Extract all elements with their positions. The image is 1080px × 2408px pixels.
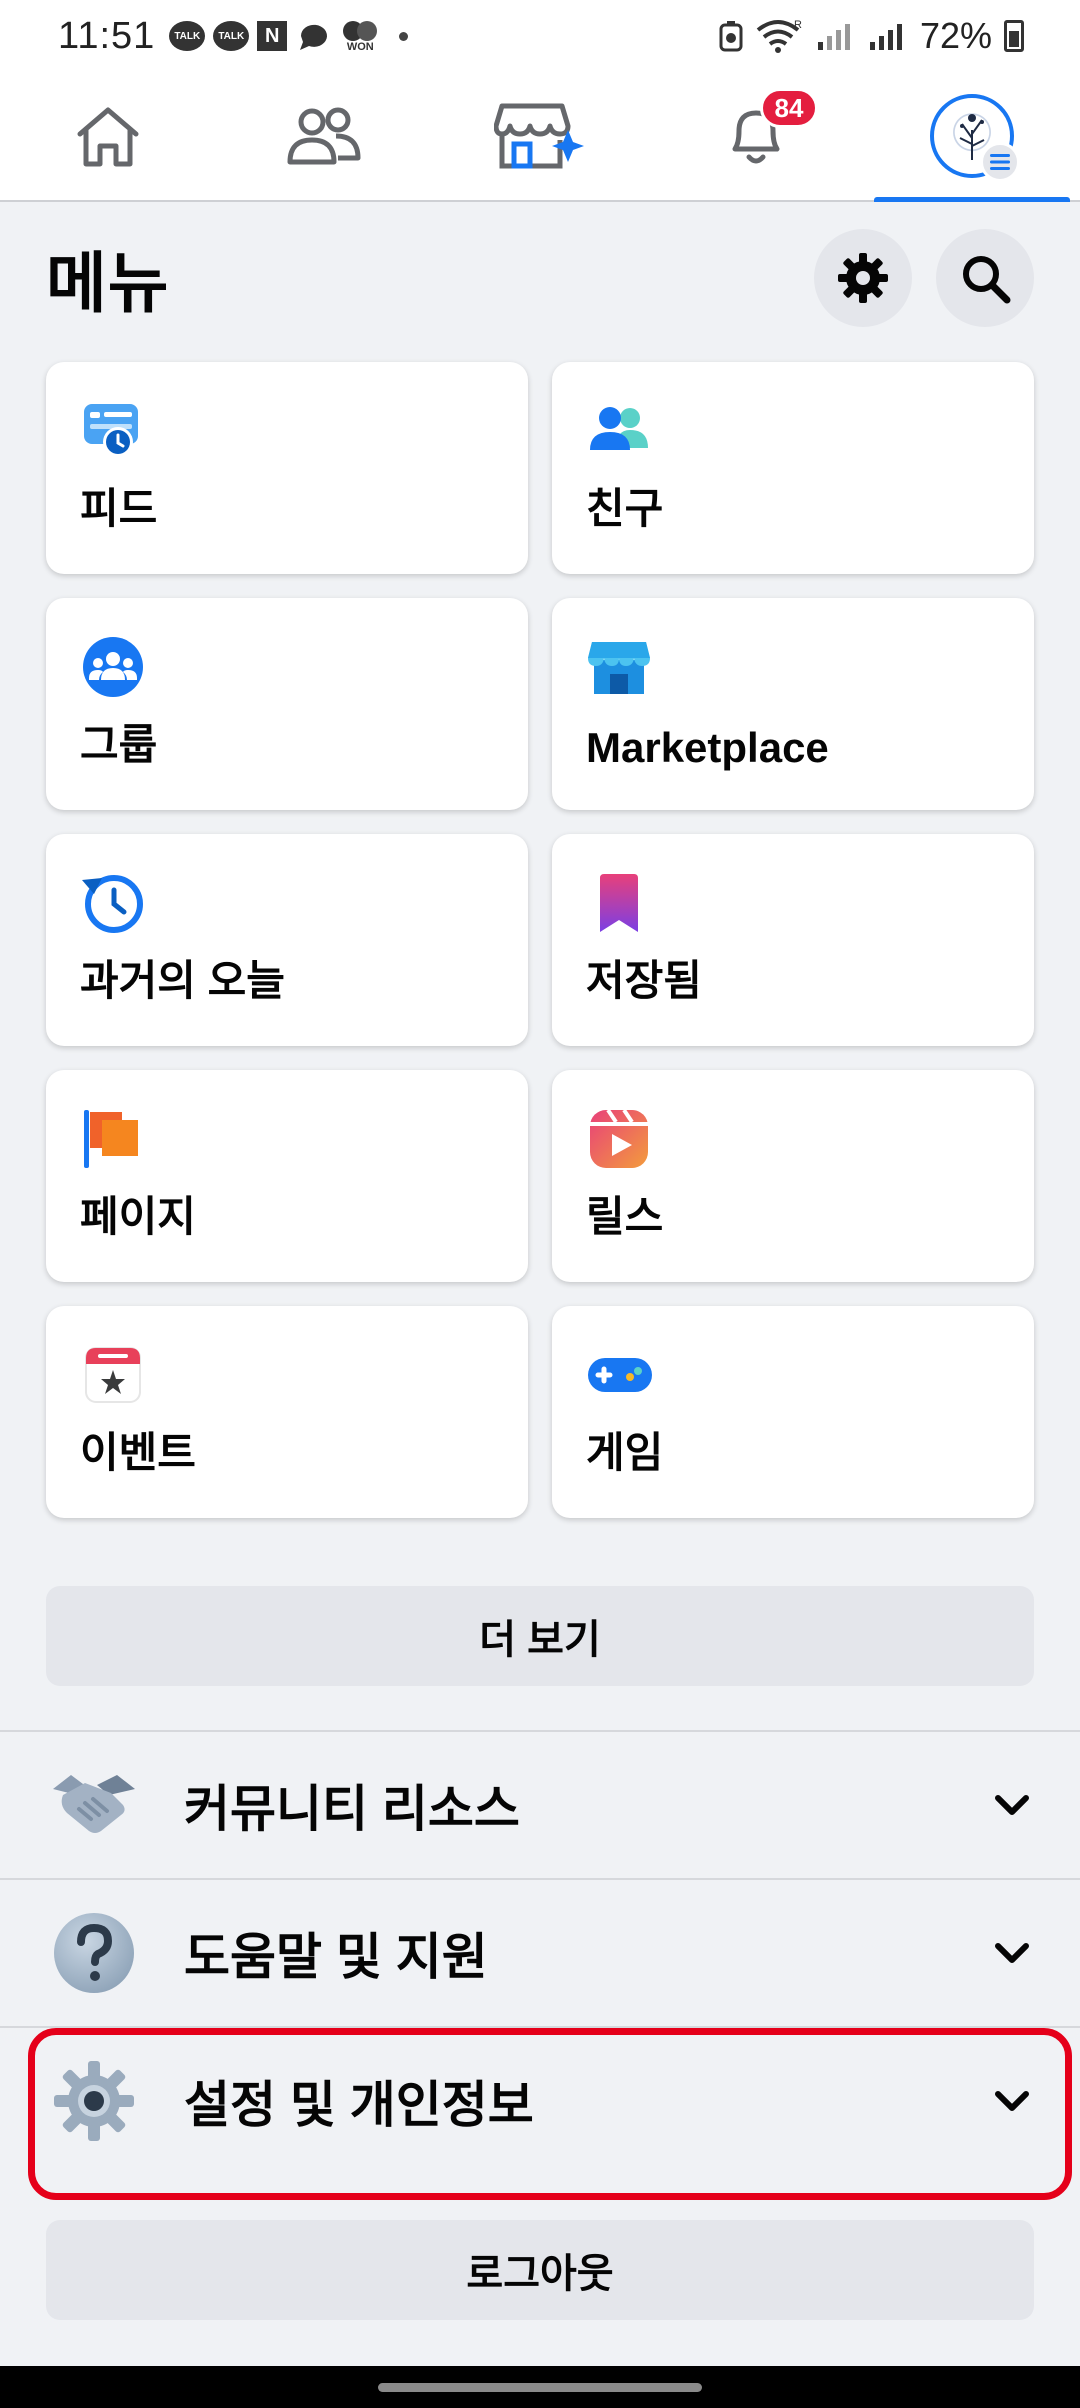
svg-text:R: R (794, 19, 802, 31)
feed-icon (84, 404, 138, 457)
section-help-support[interactable]: 도움말 및 지원 (0, 1880, 1080, 2026)
shortcut-feed[interactable]: 피드 (46, 362, 528, 574)
handshake-icon (46, 1757, 142, 1853)
battery-saver-icon (719, 21, 743, 52)
shortcut-events[interactable]: 이벤트 (46, 1306, 528, 1518)
reels-icon (590, 1108, 648, 1168)
home-indicator[interactable] (378, 2383, 702, 2392)
signal-icon (869, 24, 902, 50)
battery-percent: 72% (919, 15, 992, 56)
section-label: 도움말 및 지원 (184, 1929, 488, 1985)
shortcut-groups[interactable]: 그룹 (46, 598, 528, 810)
chevron-down-icon (990, 1783, 1034, 1827)
menu-header: 메뉴 (46, 229, 1034, 327)
wifi-icon: R (756, 19, 802, 53)
shortcut-reels[interactable]: 릴스 (552, 1070, 1034, 1282)
gamepad-icon (588, 1358, 652, 1392)
shortcut-gaming[interactable]: 게임 (552, 1306, 1034, 1518)
status-bar: 11:51 TALK TALK N WON R 72% (0, 0, 1080, 72)
section-community-resources[interactable]: 커뮤니티 리소스 (0, 1732, 1080, 1878)
tab-home[interactable] (0, 72, 216, 200)
shortcut-memories[interactable]: 과거의 오늘 (46, 834, 528, 1046)
search-icon (963, 256, 1011, 304)
see-more-button[interactable]: 더 보기 (46, 1586, 1034, 1686)
settings-button[interactable] (814, 229, 912, 327)
notification-badge: 84 (760, 88, 818, 128)
flag-icon (84, 1110, 138, 1168)
tab-friends[interactable] (216, 72, 432, 200)
shortcut-grid: 피드 친구 그룹 Marketplace 과거의 오늘 저장됨 페이지 릴스 이… (46, 362, 1034, 1518)
shortcut-friends[interactable]: 친구 (552, 362, 1034, 574)
won-icon: WON (341, 20, 379, 53)
kakaotalk-icon: TALK (169, 21, 206, 51)
home-icon (77, 107, 139, 167)
notification-icons: TALK TALK N WON (169, 20, 409, 53)
bookmark-icon (600, 874, 638, 932)
friends-icon (590, 407, 648, 450)
section-settings-privacy[interactable]: 설정 및 개인정보 (0, 2028, 1080, 2174)
hamburger-menu-icon (980, 142, 1020, 182)
search-button[interactable] (936, 229, 1034, 327)
battery-icon (1004, 20, 1024, 52)
shortcut-label: 피드 (80, 485, 158, 532)
signal-icon (817, 24, 850, 50)
more-notifications-dot (399, 31, 409, 41)
shortcut-label: 페이지 (80, 1193, 196, 1240)
won-label: WON (346, 40, 374, 53)
navigation-bar (0, 2366, 1080, 2408)
shortcut-label: 게임 (586, 1429, 664, 1476)
tab-marketplace[interactable] (432, 72, 648, 200)
chevron-down-icon (990, 1931, 1034, 1975)
memories-icon (82, 875, 143, 933)
section-label: 커뮤니티 리소스 (184, 1781, 520, 1837)
friends-icon (287, 107, 361, 165)
groups-icon (83, 637, 143, 697)
status-right: R 72% (718, 15, 1024, 57)
marketplace-icon (494, 103, 584, 169)
marketplace-icon (588, 642, 650, 694)
gear-icon (838, 253, 888, 303)
avatar (930, 94, 1020, 182)
shortcut-marketplace[interactable]: Marketplace (552, 598, 1034, 810)
settings-icon (46, 2053, 142, 2149)
shortcut-label: 그룹 (80, 721, 158, 768)
page-title: 메뉴 (46, 246, 170, 320)
calendar-icon (85, 1347, 141, 1403)
shortcut-saved[interactable]: 저장됨 (552, 834, 1034, 1046)
shortcut-label: 친구 (586, 485, 664, 532)
tab-menu[interactable] (864, 72, 1080, 202)
header-actions (814, 229, 1034, 327)
chat-bubble-icon (300, 24, 328, 50)
shortcut-label: 이벤트 (80, 1429, 196, 1476)
shortcut-label: Marketplace (586, 724, 829, 771)
kakaotalk-icon: TALK (213, 21, 250, 51)
chevron-down-icon (990, 2079, 1034, 2123)
help-icon (46, 1905, 142, 2001)
logout-button[interactable]: 로그아웃 (46, 2220, 1034, 2320)
shortcut-label: 저장됨 (586, 957, 702, 1004)
naver-icon: N (257, 21, 288, 51)
status-time: 11:51 (58, 14, 156, 57)
top-nav: 84 (0, 72, 1080, 202)
shortcut-label: 릴스 (586, 1193, 664, 1240)
shortcut-pages[interactable]: 페이지 (46, 1070, 528, 1282)
tab-notifications[interactable]: 84 (648, 72, 864, 200)
section-label: 설정 및 개인정보 (184, 2077, 534, 2133)
shortcut-label: 과거의 오늘 (80, 957, 285, 1004)
